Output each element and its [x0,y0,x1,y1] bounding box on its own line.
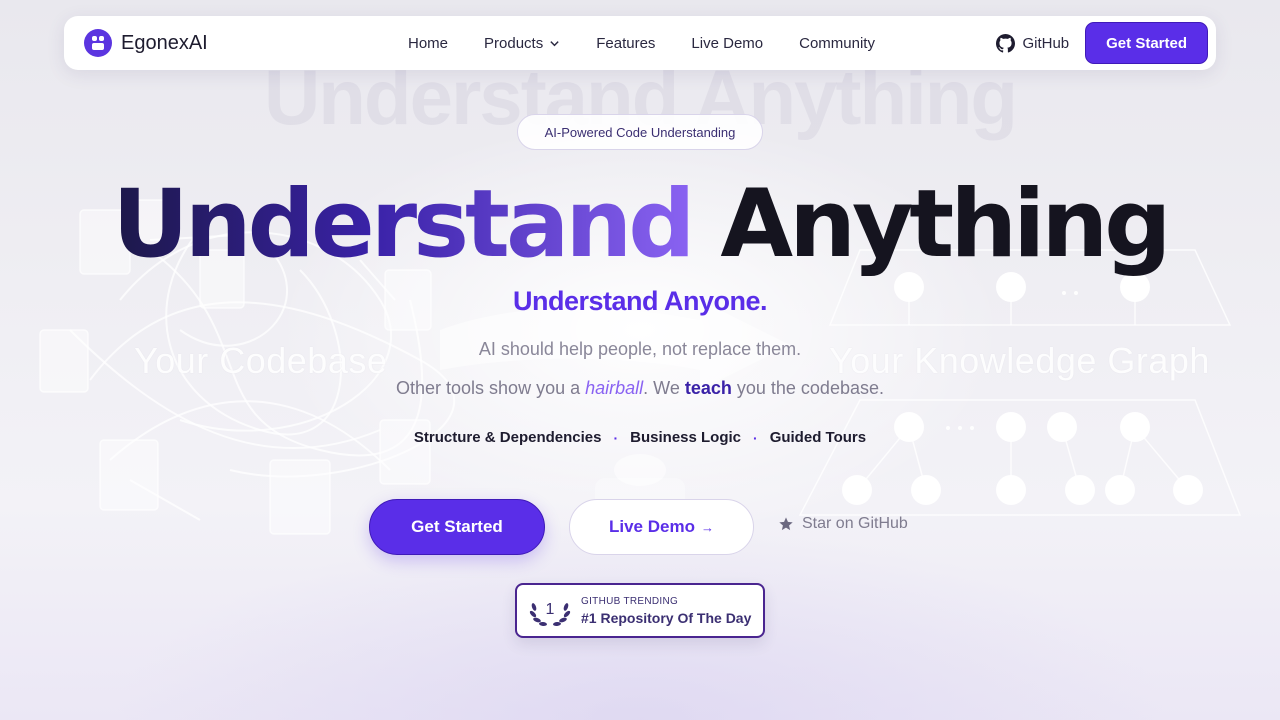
nav-link-products[interactable]: Products [484,35,560,52]
pillar-business-logic: Business Logic [630,429,742,446]
brand-logo-icon [84,29,112,57]
feature-pillars: Structure & Dependencies · Business Logi… [0,429,1280,446]
pillar-separator: · [753,429,758,446]
chevron-down-icon [550,40,559,46]
star-on-github-link[interactable]: Star on GitHub [778,515,908,533]
brand-name: EgonexAI [121,31,208,54]
github-icon [996,33,1016,53]
hero-badge: AI-Powered Code Understanding [517,114,763,150]
hero-headline: Understand Anything [0,170,1280,280]
nav-link-live-demo[interactable]: Live Demo [691,35,763,52]
trending-small-label: GITHUB TRENDING [581,595,679,607]
hero-subheading: Understand Anyone. [512,286,768,316]
pillar-structure: Structure & Dependencies [413,429,602,446]
nav-get-started-button[interactable]: Get Started [1085,22,1208,64]
github-link[interactable]: GitHub [996,33,1069,53]
headline-gradient-word: Understand [112,170,695,279]
nav-link-features[interactable]: Features [596,35,655,52]
trending-title: #1 Repository Of The Day [581,609,752,626]
laurel-icon: 1 [529,601,571,626]
hero-live-demo-button[interactable]: Live Demo → [569,499,754,555]
trending-rank: 1 [546,601,555,618]
pillar-separator: · [613,429,619,446]
arrow-right-icon: → [700,519,714,535]
hero-tagline: AI should help people, not replace them. [478,339,802,359]
nav-links: Home Products Features Live Demo Communi… [408,16,875,70]
trending-text: GITHUB TRENDING #1 Repository Of The Day [581,596,751,626]
nav-actions: GitHub Get Started [996,21,1208,65]
star-icon [779,517,793,531]
pillar-guided-tours: Guided Tours [769,429,867,446]
nav-link-home[interactable]: Home [408,35,448,52]
headline-dark-word: Anything [720,170,1171,279]
github-trending-badge[interactable]: 1 GITHUB TRENDING #1 Repository Of The D… [515,583,765,638]
top-navbar: EgonexAI Home Products Features Live Dem… [64,16,1216,70]
hero-get-started-button[interactable]: Get Started [369,499,545,555]
brand[interactable]: EgonexAI [84,29,208,57]
nav-link-community[interactable]: Community [799,35,875,52]
hero-tagline-secondary: Other tools show you a hairball. We teac… [396,378,884,398]
